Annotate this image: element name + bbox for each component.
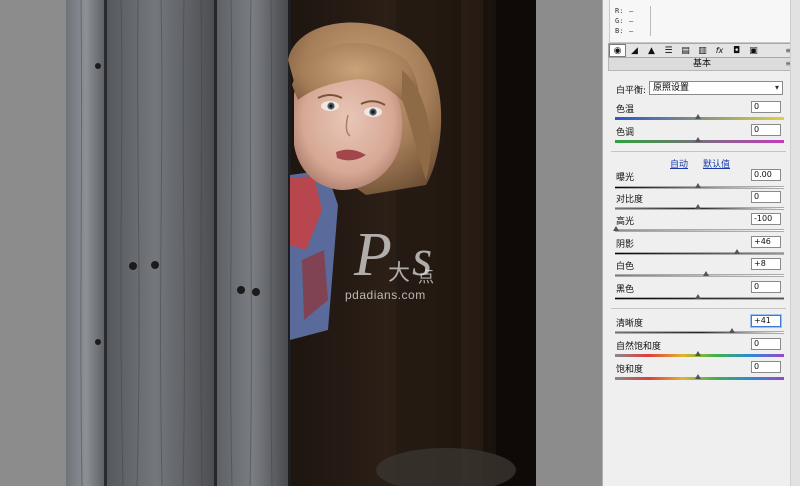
auto-link[interactable]: 自动	[670, 157, 688, 170]
highlights-slider-thumb[interactable]	[613, 226, 619, 231]
shadows-value[interactable]: +46	[751, 236, 781, 248]
exposure-label: 曝光	[616, 173, 635, 183]
default-link[interactable]: 默认值	[703, 157, 730, 170]
vibrance-value[interactable]: 0	[751, 338, 781, 350]
photo-preview[interactable]: P s 大 点	[66, 0, 536, 486]
white-balance-select[interactable]: 原照设置 ▾	[649, 81, 783, 95]
svg-text:大: 大	[388, 260, 410, 285]
whites-slider-thumb[interactable]	[703, 271, 709, 276]
hsl-icon[interactable]: ☰	[660, 44, 677, 57]
clarity-label: 清晰度	[616, 319, 644, 329]
contrast-label: 对比度	[616, 195, 644, 205]
rgb-readout-r: R: —	[615, 7, 634, 15]
whites-track[interactable]	[615, 274, 784, 277]
svg-text:点: 点	[418, 268, 434, 286]
white-balance-value: 原照设置	[653, 83, 690, 93]
section-title: 基本	[692, 59, 711, 69]
highlights-track[interactable]	[615, 229, 784, 232]
presets-icon[interactable]: ▣	[745, 44, 762, 57]
rgb-readout-divider	[650, 6, 651, 36]
detail-icon[interactable]: ▲	[643, 44, 660, 57]
saturation-value[interactable]: 0	[751, 361, 781, 373]
whites-label: 白色	[616, 262, 635, 272]
tint-slider-thumb[interactable]	[695, 137, 701, 142]
panel-tab-bar: ◉ ◢ ▲ ☰ ▤ ▥ fx ◘ ▣ ≡	[608, 43, 796, 58]
section-header: 基本 ≡	[608, 58, 796, 71]
photo-illustration: P s 大 点	[66, 0, 536, 486]
rgb-readout: R: — G: — B: —	[609, 0, 797, 43]
clarity-value[interactable]: +41	[751, 315, 781, 327]
whites-value[interactable]: +8	[751, 258, 781, 270]
contrast-value[interactable]: 0	[751, 191, 781, 203]
tint-value[interactable]: 0	[751, 124, 781, 136]
vibrance-label: 自然饱和度	[616, 342, 662, 352]
exposure-slider-thumb[interactable]	[695, 183, 701, 188]
svg-text:P: P	[353, 221, 392, 289]
shadows-label: 阴影	[616, 240, 635, 250]
rgb-readout-g: G: —	[615, 17, 634, 25]
exposure-value[interactable]: 0.00	[751, 169, 781, 181]
saturation-label: 饱和度	[616, 365, 644, 375]
panel-scrollbar[interactable]	[790, 0, 800, 486]
split-toning-icon[interactable]: ▤	[677, 44, 694, 57]
shadows-track[interactable]	[615, 252, 784, 255]
tone-curve-icon[interactable]: ◢	[626, 44, 643, 57]
blacks-label: 黑色	[616, 285, 635, 295]
temperature-slider-thumb[interactable]	[695, 114, 701, 119]
saturation-slider-thumb[interactable]	[695, 374, 701, 379]
blacks-slider-thumb[interactable]	[695, 294, 701, 299]
shadows-slider-thumb[interactable]	[734, 249, 740, 254]
divider	[611, 308, 786, 309]
camera-calibration-icon[interactable]: ◘	[728, 44, 745, 57]
image-canvas[interactable]: P s 大 点 pdadians.com	[0, 0, 602, 486]
blacks-value[interactable]: 0	[751, 281, 781, 293]
tint-label: 色调	[616, 128, 635, 138]
lens-icon[interactable]: ▥	[694, 44, 711, 57]
clarity-slider-thumb[interactable]	[729, 328, 735, 333]
chevron-down-icon: ▾	[774, 83, 779, 92]
aperture-icon[interactable]: ◉	[609, 44, 626, 57]
watermark-text: pdadians.com	[345, 288, 426, 302]
contrast-slider-thumb[interactable]	[695, 204, 701, 209]
clarity-track[interactable]	[615, 331, 784, 334]
temperature-value[interactable]: 0	[751, 101, 781, 113]
fx-icon[interactable]: fx	[711, 44, 728, 57]
temperature-label: 色温	[616, 105, 635, 115]
highlights-value[interactable]: -100	[751, 213, 781, 225]
rgb-readout-b: B: —	[615, 27, 634, 35]
divider	[611, 151, 786, 152]
vibrance-slider-thumb[interactable]	[695, 351, 701, 356]
white-balance-label: 白平衡:	[616, 86, 647, 96]
